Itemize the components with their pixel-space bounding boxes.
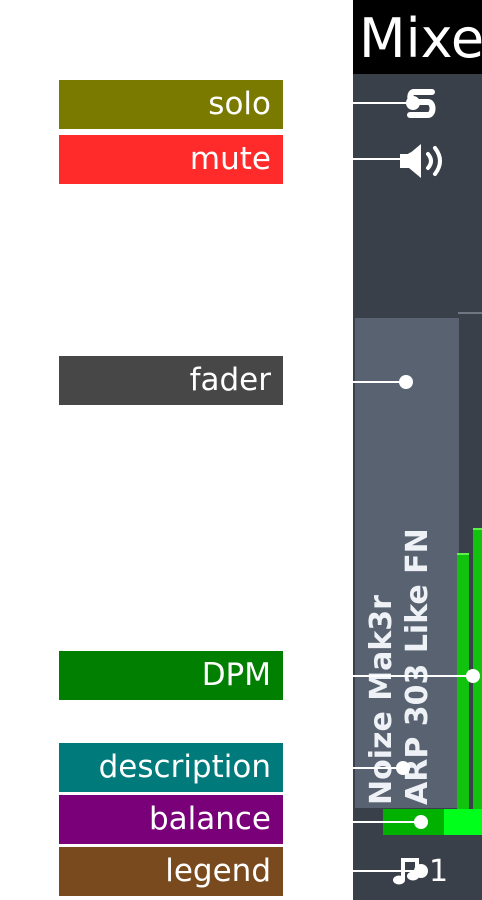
- mixer-strip: Mixer Noize Mak3r ARP 303 Like FN: [353, 0, 482, 900]
- balance-callout-label: balance: [59, 795, 283, 844]
- dpm-callout-label: DPM: [59, 651, 283, 700]
- track-description: Noize Mak3r ARP 303 Like FN: [357, 300, 457, 810]
- mute-callout-label: mute: [59, 135, 283, 184]
- mixer-annotation-diagram: solo mute fader DPM description balance …: [0, 0, 482, 900]
- fader-callout-label: fader: [59, 356, 283, 405]
- description-line-2: ARP 303 Like FN: [400, 528, 435, 805]
- description-callout-label: description: [59, 743, 283, 792]
- track-number: 1: [429, 853, 449, 889]
- mixer-title: Mixer: [359, 7, 482, 70]
- description-line-1: Noize Mak3r: [364, 595, 399, 805]
- fader-top-marker: [458, 312, 482, 314]
- mute-button[interactable]: [397, 139, 451, 183]
- solo-callout-label: solo: [59, 80, 283, 129]
- solo-button[interactable]: [401, 84, 441, 124]
- legend-callout-label: legend: [59, 847, 283, 896]
- speaker-icon: [400, 144, 442, 178]
- solo-icon: [407, 89, 436, 118]
- track-legend: 1: [391, 851, 448, 891]
- dpm-right-meter: [473, 528, 482, 834]
- dpm-left-meter: [457, 553, 469, 834]
- balance-slider-fill: [444, 809, 482, 835]
- mixer-header: Mixer: [353, 0, 482, 74]
- music-note-icon: [393, 858, 419, 885]
